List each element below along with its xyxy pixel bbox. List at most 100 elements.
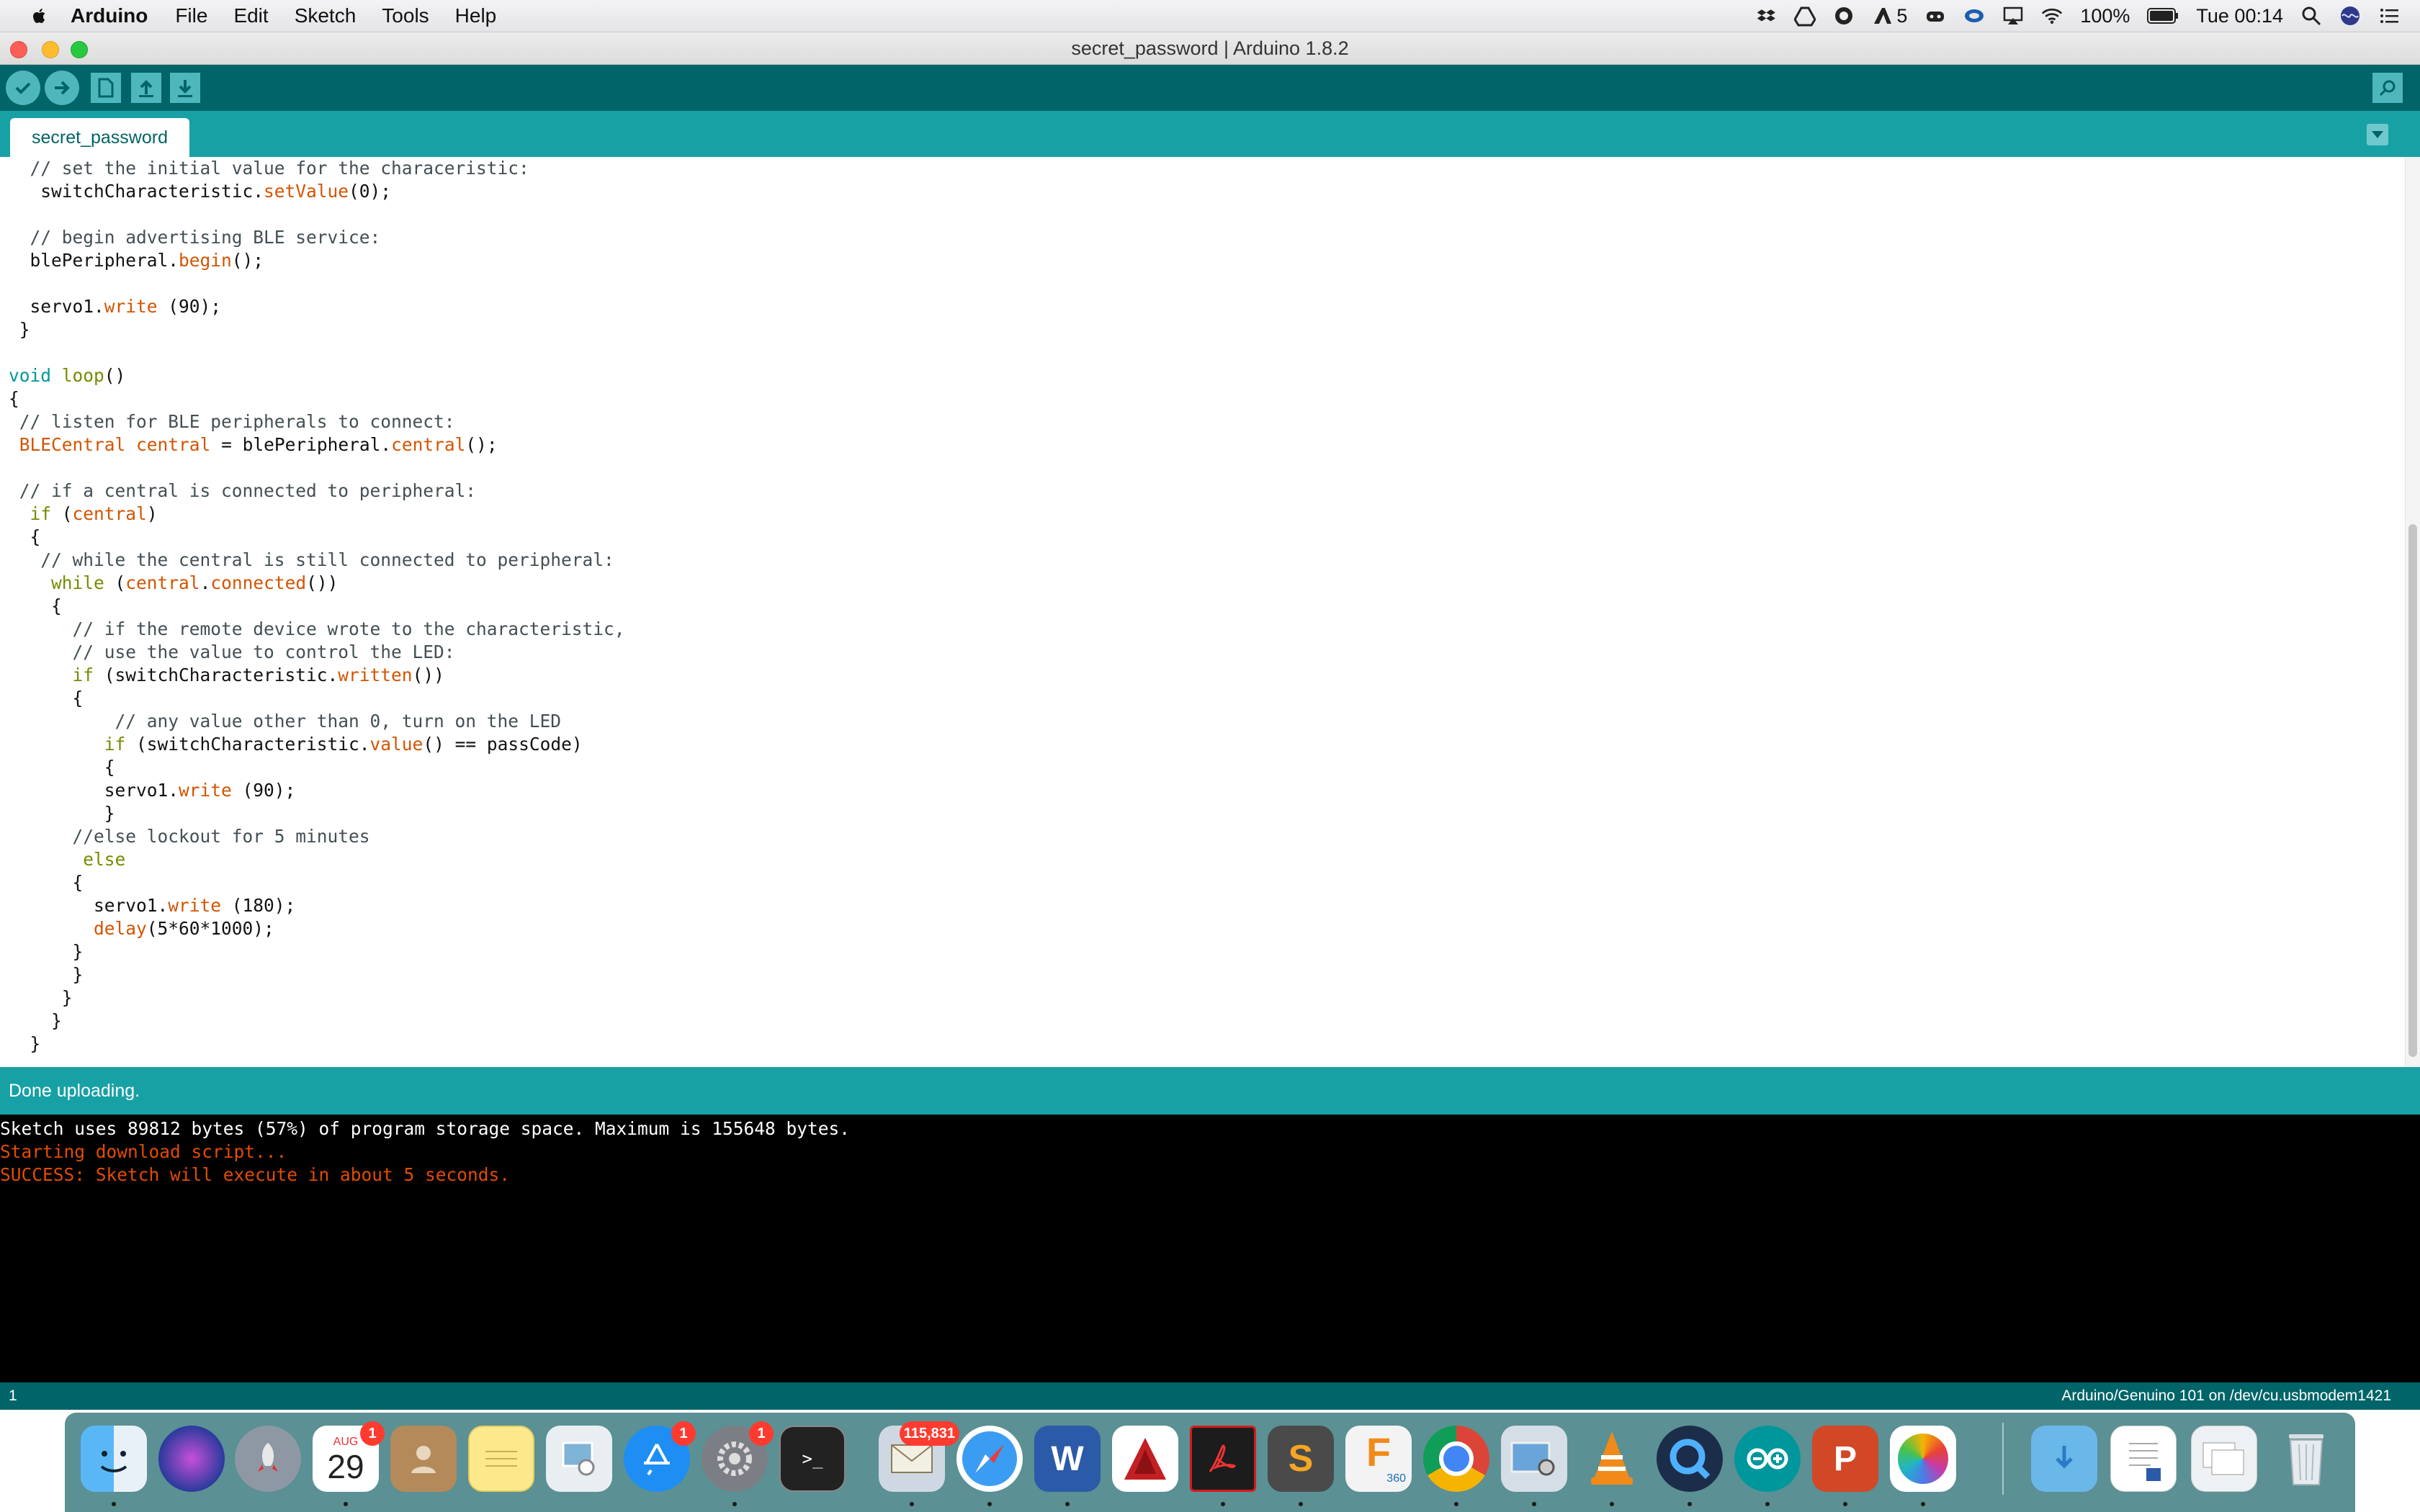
menu-app-name[interactable]: Arduino <box>71 4 148 27</box>
safari-icon[interactable] <box>956 1426 1023 1492</box>
recent-document-icon[interactable] <box>2110 1426 2177 1492</box>
editor-scroll-thumb[interactable] <box>2408 524 2417 1057</box>
sync-icon[interactable] <box>1963 5 1985 27</box>
adobe-cc-icon[interactable]: 5 <box>1872 5 1907 27</box>
code-token: void <box>9 365 52 386</box>
upload-button[interactable] <box>45 71 79 105</box>
app-store-icon[interactable]: 1 <box>624 1421 696 1492</box>
code-token: central <box>136 434 211 455</box>
fusion-360-icon[interactable]: F 360 <box>1345 1426 1412 1492</box>
document-stack-icon[interactable] <box>2191 1426 2257 1492</box>
mail-icon[interactable]: 115,831 <box>879 1421 959 1492</box>
code-token: // if a central is connected to peripher… <box>9 480 477 501</box>
quicktime-icon[interactable] <box>1657 1426 1723 1492</box>
status-message: Done uploading. <box>9 1081 140 1101</box>
airplay-icon[interactable] <box>2002 5 2024 27</box>
dropbox-icon[interactable] <box>1755 5 1777 27</box>
image-capture-icon[interactable] <box>1501 1426 1567 1492</box>
menu-edit[interactable]: Edit <box>233 4 268 27</box>
safari-running-indicator <box>987 1502 992 1506</box>
calendar-icon[interactable]: AUG 29 1 <box>313 1421 385 1492</box>
code-token: { <box>9 872 84 893</box>
save-sketch-button[interactable] <box>170 73 200 103</box>
menubar-clock[interactable]: Tue 00:14 <box>2196 5 2283 27</box>
wifi-icon[interactable] <box>2041 5 2063 27</box>
code-token: (0); <box>349 181 392 202</box>
code-token: } <box>9 941 84 962</box>
acrobat-running-indicator <box>1221 1502 1225 1506</box>
menu-help[interactable]: Help <box>455 4 497 27</box>
menu-tools[interactable]: Tools <box>382 4 429 27</box>
tab-secret-password[interactable]: secret_password <box>10 118 189 157</box>
fusion-glyph: F <box>1366 1429 1392 1475</box>
code-token: // while the central is still connected … <box>9 549 614 570</box>
code-token: if <box>104 734 126 755</box>
system-preferences-icon[interactable]: 1 <box>702 1421 774 1492</box>
acrobat-icon[interactable] <box>1190 1426 1256 1492</box>
code-line: servo1.write (180); <box>9 894 625 917</box>
code-line: { <box>9 387 625 410</box>
code-token: central <box>72 503 147 524</box>
editor-scrollbar[interactable] <box>2405 157 2420 1067</box>
siri-app-icon[interactable] <box>158 1426 225 1492</box>
finder-icon[interactable] <box>81 1426 147 1492</box>
code-token: { <box>9 526 41 547</box>
open-sketch-button[interactable] <box>131 73 161 103</box>
launchpad-icon[interactable] <box>235 1426 301 1492</box>
code-token: if <box>30 503 52 524</box>
code-line: } <box>9 802 625 825</box>
autocad-icon[interactable] <box>1112 1426 1178 1492</box>
code-line: else <box>9 848 625 871</box>
downloads-folder-icon[interactable] <box>2031 1426 2097 1492</box>
code-line: } <box>9 1009 625 1032</box>
game-controller-icon[interactable] <box>1924 5 1946 27</box>
serial-monitor-button[interactable] <box>2372 73 2403 103</box>
sublime-glyph: S <box>1288 1438 1314 1480</box>
contacts-icon[interactable] <box>390 1426 457 1492</box>
trash-icon[interactable] <box>2273 1426 2339 1492</box>
terminal-icon[interactable]: >_ <box>779 1426 846 1492</box>
sublime-text-icon[interactable]: S <box>1268 1426 1334 1492</box>
code-line: // any value other than 0, turn on the L… <box>9 710 625 733</box>
vlc-icon[interactable] <box>1579 1426 1645 1492</box>
code-line: // begin advertising BLE service: <box>9 226 625 249</box>
powerpoint-icon[interactable]: P <box>1812 1426 1878 1492</box>
code-editor[interactable]: // set the initial value for the charace… <box>0 157 2406 1067</box>
vlc-running-indicator <box>1610 1502 1614 1506</box>
photos-icon[interactable] <box>1890 1426 1956 1492</box>
word-glyph: W <box>1051 1439 1084 1478</box>
code-line: { <box>9 871 625 894</box>
footer-bar: 1 Arduino/Genuino 101 on /dev/cu.usbmode… <box>0 1382 2420 1410</box>
spotlight-icon[interactable] <box>2300 5 2322 27</box>
code-line: // if the remote device wrote to the cha… <box>9 618 625 641</box>
tab-menu-button[interactable] <box>2367 124 2388 145</box>
code-token: write <box>168 895 222 916</box>
code-token: (switchCharacteristic. <box>94 665 339 685</box>
arduino-icon[interactable] <box>1734 1426 1801 1492</box>
verify-button[interactable] <box>6 71 40 105</box>
output-console[interactable]: Sketch uses 89812 bytes (57%) of program… <box>0 1115 2420 1382</box>
battery-icon[interactable] <box>2147 5 2179 27</box>
code-token: servo1. <box>9 780 179 801</box>
mail-badge: 115,831 <box>899 1421 959 1446</box>
apple-icon[interactable] <box>29 5 50 27</box>
notification-center-icon[interactable] <box>2378 5 2400 27</box>
code-token: // listen for BLE peripherals to connect… <box>9 411 455 432</box>
notes-icon[interactable] <box>468 1426 534 1492</box>
calendar-badge: 1 <box>360 1421 385 1446</box>
menu-sketch[interactable]: Sketch <box>295 4 357 27</box>
menu-file[interactable]: File <box>175 4 207 27</box>
new-sketch-button[interactable] <box>91 73 121 103</box>
new-file-icon <box>98 78 114 98</box>
code-token: () <box>104 365 126 386</box>
preview-icon[interactable] <box>546 1426 612 1492</box>
siri-icon[interactable] <box>2339 5 2361 27</box>
record-icon[interactable] <box>1833 5 1855 27</box>
word-icon[interactable]: W <box>1034 1426 1101 1492</box>
board-port-label: Arduino/Genuino 101 on /dev/cu.usbmodem1… <box>2061 1387 2391 1404</box>
google-drive-icon[interactable] <box>1794 5 1816 27</box>
code-token: ()) <box>306 572 339 593</box>
chrome-icon[interactable] <box>1423 1426 1489 1492</box>
code-token: connected <box>210 572 307 593</box>
